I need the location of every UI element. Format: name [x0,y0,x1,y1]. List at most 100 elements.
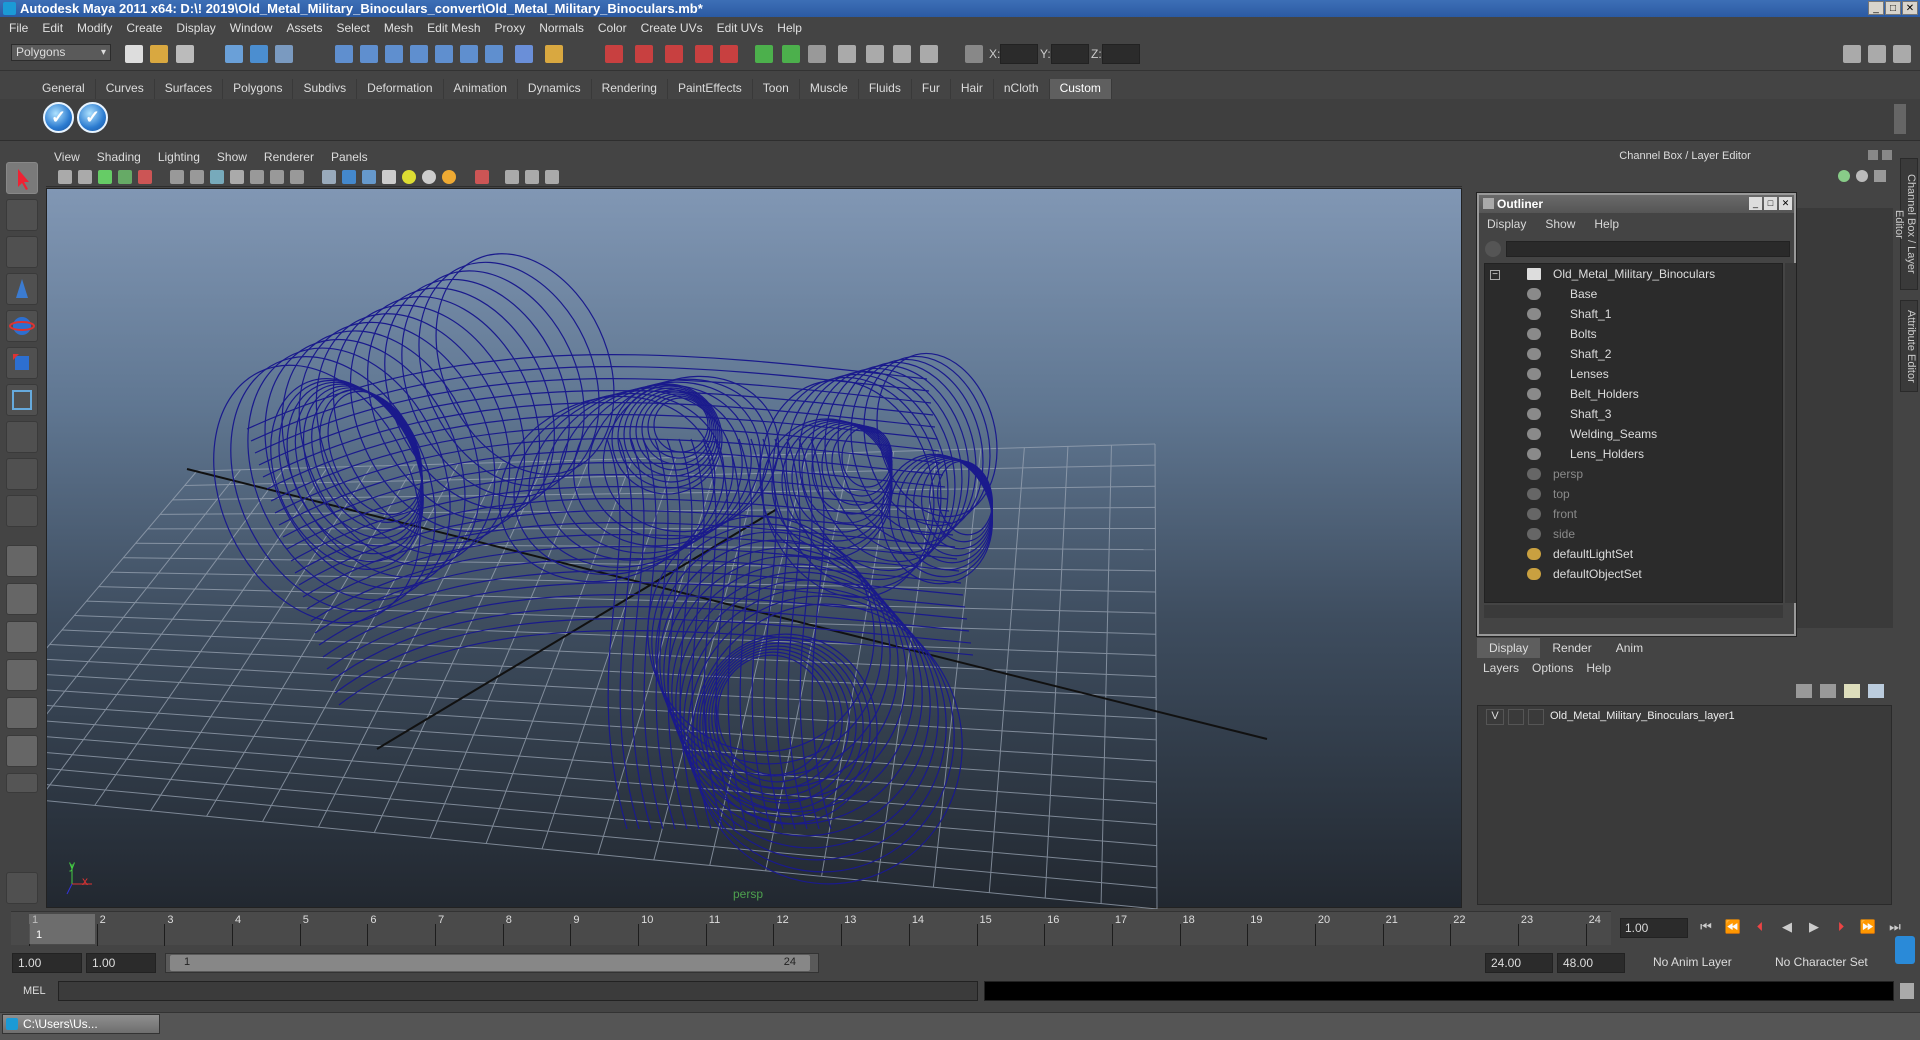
menu-help[interactable]: Help [777,21,802,35]
script-editor-icon[interactable] [6,872,38,904]
script-editor-button-icon[interactable] [1900,983,1914,999]
select-component-icon[interactable] [275,45,293,63]
snap-plane-icon[interactable] [410,45,428,63]
panel-menu-panels[interactable]: Panels [331,150,368,164]
manipulator-tool-icon[interactable] [6,384,38,416]
transform-mode-icon[interactable] [920,45,938,63]
anim-layer-select[interactable]: No Anim Layer [1648,953,1758,973]
range-slider-thumb[interactable]: 1 24 [170,955,810,971]
snap-surface-icon[interactable] [435,45,453,63]
outliner-horizontal-scrollbar[interactable] [1484,605,1783,618]
menu-create[interactable]: Create [126,21,162,35]
layer-row[interactable]: V Old_Metal_Military_Binoculars_layer1 [1480,708,1889,726]
snap-view-icon[interactable] [460,45,478,63]
menu-window[interactable]: Window [230,21,273,35]
layer-menu-layers[interactable]: Layers [1483,661,1519,675]
outliner-filter-input[interactable] [1506,241,1790,257]
shelf-tab-muscle[interactable]: Muscle [800,79,859,99]
go-to-end-icon[interactable]: ⏭ [1885,918,1905,936]
outliner-close-button[interactable]: ✕ [1779,197,1792,210]
check-icon[interactable]: ✓ [43,102,74,133]
high-quality-icon[interactable] [505,170,519,184]
layout-graph-pane-icon[interactable] [6,659,38,691]
outliner-item[interactable]: Welding_Seams [1570,424,1657,444]
layer-menu-help[interactable]: Help [1586,661,1611,675]
outliner-item[interactable]: Shaft_3 [1570,404,1611,424]
save-scene-icon[interactable] [176,45,194,63]
menu-edit-uvs[interactable]: Edit UVs [717,21,764,35]
new-layer-from-selected-icon[interactable] [1868,684,1884,698]
menu-create-uvs[interactable]: Create UVs [641,21,703,35]
filter-icon[interactable] [1485,241,1501,257]
attribute-editor-icon[interactable] [808,45,826,63]
menu-assets[interactable]: Assets [286,21,322,35]
panel-menu-shading[interactable]: Shading [97,150,141,164]
menu-normals[interactable]: Normals [539,21,584,35]
outliner-camera-item[interactable]: persp [1553,464,1583,484]
layer-tab-display[interactable]: Display [1477,638,1541,658]
shelf-tab-toon[interactable]: Toon [753,79,800,99]
layout-panel-icon[interactable] [1893,45,1911,63]
textured-icon[interactable] [230,170,244,184]
taskbar-window-button[interactable]: C:\Users\Us... [2,1014,160,1034]
auto-key-icon[interactable] [1895,936,1915,964]
bookmark-icon[interactable] [98,170,112,184]
shelf-tab-rendering[interactable]: Rendering [592,79,668,99]
last-tool-icon[interactable] [6,495,38,527]
shelf-tab-fluids[interactable]: Fluids [859,79,912,99]
check-icon[interactable]: ✓ [77,102,108,133]
panel-close-icon[interactable] [1882,150,1892,160]
menu-edit[interactable]: Edit [42,21,63,35]
outliner-menu-help[interactable]: Help [1594,217,1619,231]
step-back-key-icon[interactable]: ⏴ [1750,918,1770,936]
shelf-tab-ncloth[interactable]: nCloth [994,79,1050,99]
outliner-camera-item[interactable]: front [1553,504,1577,524]
outliner-set-item[interactable]: defaultObjectSet [1553,564,1642,584]
help-icon[interactable] [515,45,533,63]
shelf-tab-painteffects[interactable]: PaintEffects [668,79,753,99]
render-settings-icon[interactable] [665,45,683,63]
select-hierarchy-icon[interactable] [225,45,243,63]
character-set-select[interactable]: No Character Set [1770,953,1880,973]
outliner-item[interactable]: Base [1570,284,1597,304]
go-to-start-icon[interactable]: ⏮ [1696,918,1716,936]
playback-start-field[interactable]: 1.00 [86,953,156,973]
layer-tab-render[interactable]: Render [1540,638,1603,658]
outliner-minimize-button[interactable]: _ [1749,197,1762,210]
layer-visibility-toggle[interactable]: V [1486,709,1504,725]
collapse-icon[interactable]: − [1490,270,1500,280]
move-layer-down-icon[interactable] [1820,684,1836,698]
outliner-item[interactable]: Lenses [1570,364,1609,384]
wireframe-on-shaded-icon[interactable] [210,170,224,184]
new-scene-icon[interactable] [125,45,143,63]
shelf-tab-custom[interactable]: Custom [1049,79,1112,99]
side-tab-attribute-editor[interactable]: Attribute Editor [1900,300,1918,392]
outliner-set-item[interactable]: defaultLightSet [1553,544,1633,564]
channel-box-icon[interactable] [866,45,884,63]
smooth-shade-icon[interactable] [190,170,204,184]
layout-custom-pane-icon[interactable] [6,735,38,767]
wireframe-icon[interactable] [170,170,184,184]
show-manipulator-icon[interactable] [6,458,38,490]
outliner-item[interactable]: Bolts [1570,324,1597,344]
camera-select-icon[interactable] [58,170,72,184]
maximize-button[interactable]: □ [1885,1,1901,15]
image-plane-icon[interactable] [118,170,132,184]
shelf-tab-polygons[interactable]: Polygons [223,79,294,99]
outliner-item[interactable]: Lens_Holders [1570,444,1644,464]
shelf-tab-subdivs[interactable]: Subdivs [293,79,358,99]
current-frame-field[interactable]: 1.00 [1620,918,1688,938]
panel-menu-lighting[interactable]: Lighting [158,150,200,164]
outliner-root-item[interactable]: Old_Metal_Military_Binoculars [1553,264,1715,284]
layer-type-toggle[interactable] [1508,709,1524,725]
snap-live-icon[interactable] [485,45,503,63]
speed-icon[interactable] [1874,170,1886,182]
play-backwards-icon[interactable]: ◀ [1777,918,1797,936]
outliner-item[interactable]: Shaft_2 [1570,344,1611,364]
layer-name[interactable]: Old_Metal_Military_Binoculars_layer1 [1550,710,1735,722]
layout-hypergraph-pane-icon[interactable] [6,697,38,729]
shelf-tab-general[interactable]: General [32,79,96,99]
shelf-tab-curves[interactable]: Curves [96,79,155,99]
resolution-gate-icon[interactable] [525,170,539,184]
shelf-tab-animation[interactable]: Animation [444,79,518,99]
